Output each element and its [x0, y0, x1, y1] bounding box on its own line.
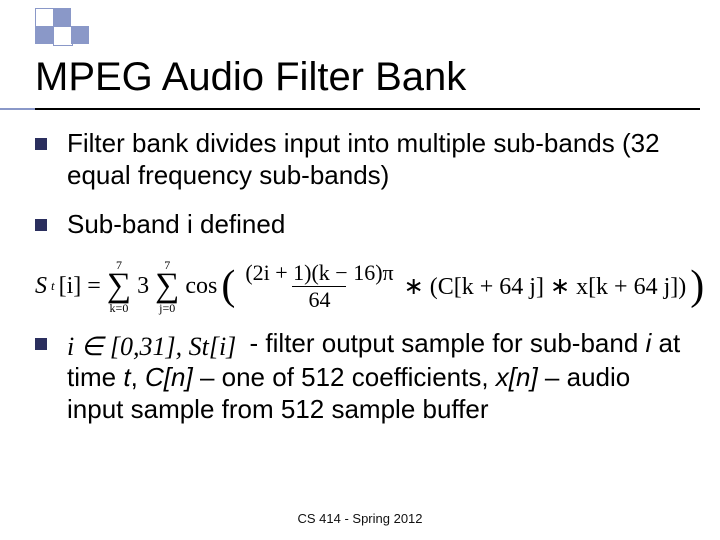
- formula-block: St[i] = 7 ∑ k=0 3 7 ∑ j=0 cos ( (2i + 1)…: [35, 259, 690, 314]
- formula-tail: ∗ (C[k + 64 j] ∗ x[k + 64 j]): [404, 272, 687, 301]
- b3-math-sub: t: [202, 332, 209, 361]
- bullet-3-lead-math: i ∈ [0,31], St[i]: [67, 331, 236, 363]
- title-rule: [35, 108, 700, 110]
- b3-t1: - filter output sample for sub-band: [242, 328, 645, 358]
- paren-open-icon: (: [221, 270, 235, 304]
- bullet-list-2: i ∈ [0,31], St[i] - filter output sample…: [35, 328, 690, 426]
- slide-title: MPEG Audio Filter Bank: [35, 55, 685, 100]
- sigma-icon: ∑: [107, 271, 131, 302]
- slide-body: Filter bank divides input into multiple …: [35, 128, 690, 444]
- slide-footer: CS 414 - Spring 2012: [0, 511, 720, 526]
- b3-t4: – one of 512 coefficients,: [193, 362, 496, 392]
- sum-j-bot: j=0: [159, 302, 175, 314]
- sum-k-bot: k=0: [110, 302, 129, 314]
- lhs-S: S: [35, 273, 47, 300]
- bullet-list: Filter bank divides input into multiple …: [35, 128, 690, 241]
- b3-t: t: [123, 362, 130, 392]
- lhs-t: t: [51, 278, 55, 294]
- rule-accent: [0, 108, 35, 110]
- b3-cn: C[n]: [145, 362, 193, 392]
- sigma-icon: ∑: [155, 271, 179, 302]
- bullet-1-text: Filter bank divides input into multiple …: [67, 128, 660, 190]
- paren-close-icon: ): [690, 270, 704, 304]
- cos: cos: [185, 273, 217, 300]
- bullet-2-text: Sub-band i defined: [67, 209, 285, 239]
- bullet-1: Filter bank divides input into multiple …: [35, 128, 690, 191]
- bullet-3: i ∈ [0,31], St[i] - filter output sample…: [35, 328, 690, 426]
- formula: St[i] = 7 ∑ k=0 3 7 ∑ j=0 cos ( (2i + 1)…: [35, 259, 690, 314]
- b3-math-tail: [i]: [209, 332, 236, 361]
- slide: MPEG Audio Filter Bank Filter bank divid…: [0, 0, 720, 540]
- three: 3: [137, 273, 149, 300]
- b3-xn: x[n]: [496, 362, 538, 392]
- fraction: (2i + 1)(k − 16)π 64: [241, 262, 397, 311]
- fraction-den: 64: [292, 286, 346, 311]
- sum-k: 7 ∑ k=0: [107, 259, 131, 314]
- fraction-num: (2i + 1)(k − 16)π: [241, 262, 397, 286]
- bullet-2: Sub-band i defined: [35, 209, 690, 241]
- sum-j: 7 ∑ j=0: [155, 259, 179, 314]
- b3-t3: ,: [131, 362, 145, 392]
- b3-math-head: i ∈ [0,31], S: [67, 332, 202, 361]
- lhs-idx: [i] =: [59, 273, 101, 300]
